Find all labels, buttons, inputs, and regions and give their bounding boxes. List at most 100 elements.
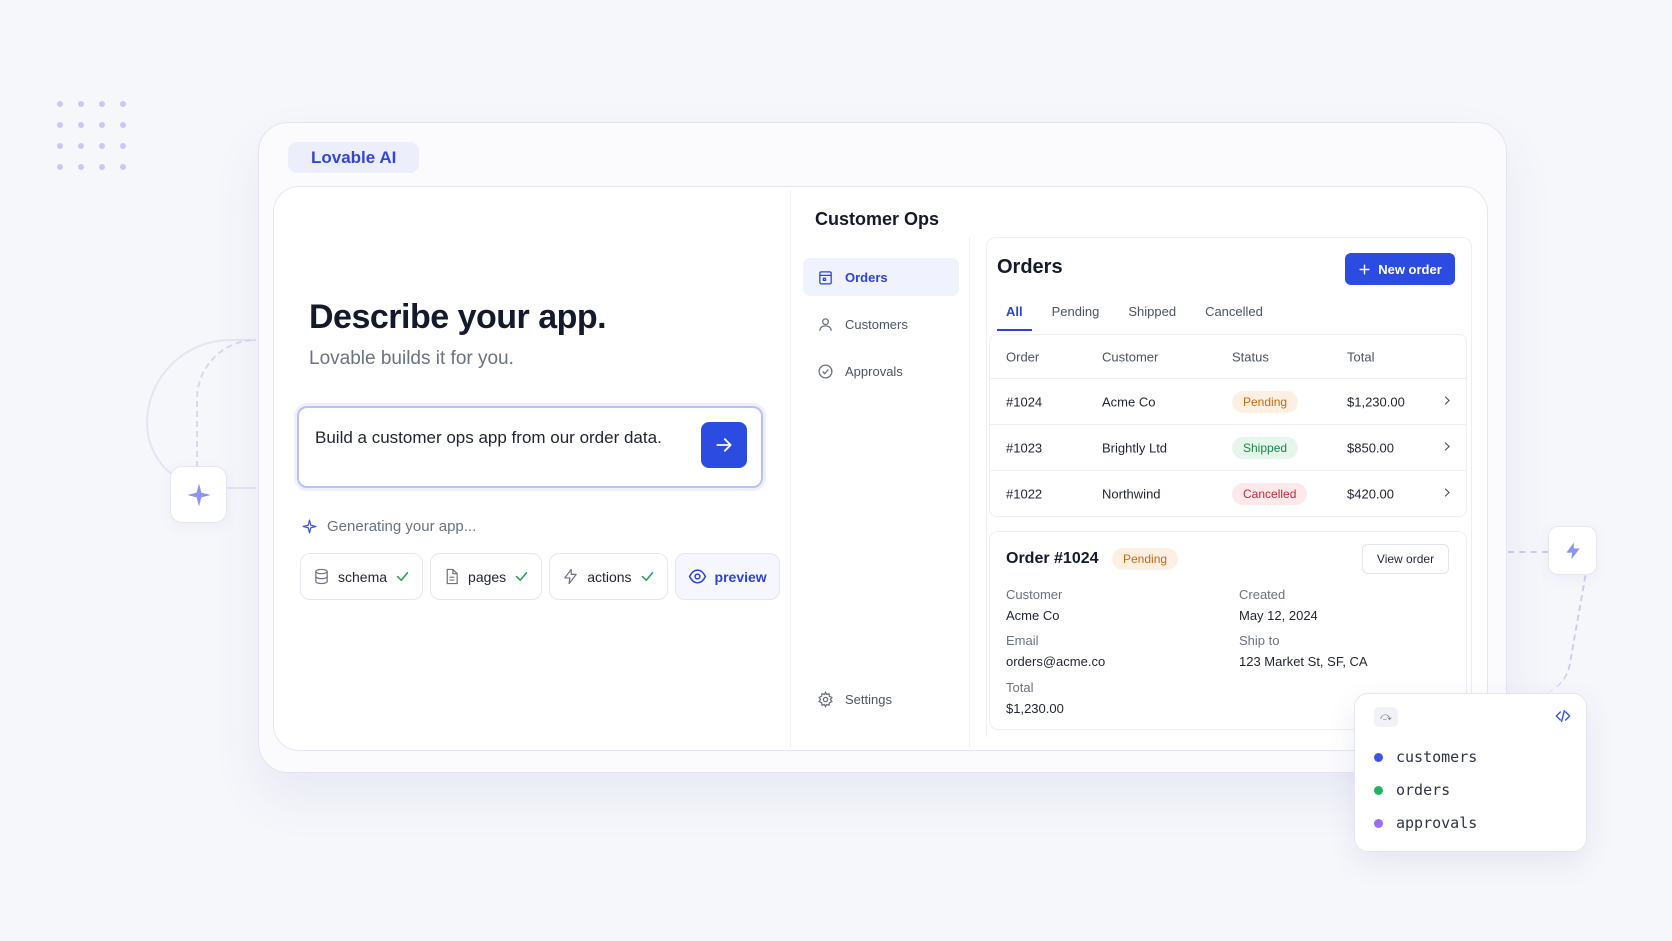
field-value: Acme Co bbox=[1006, 608, 1060, 623]
detail-ship-to: Ship to 123 Market St, SF, CA bbox=[1239, 633, 1368, 669]
user-icon bbox=[819, 317, 832, 331]
sparkle-icon bbox=[186, 482, 211, 507]
detail-email: Email orders@acme.co bbox=[1006, 633, 1105, 669]
table-row[interactable]: #1022 Northwind Cancelled $420.00 bbox=[990, 470, 1466, 516]
order-id: #1023 bbox=[1006, 440, 1043, 455]
status-badge: Shipped bbox=[1232, 436, 1299, 459]
hero-title: Describe your app. bbox=[309, 298, 607, 336]
sidebar-item-approvals[interactable]: Approvals bbox=[803, 352, 959, 390]
bolt-icon bbox=[1565, 542, 1580, 559]
schema-card: ⤼ customers orders approvals bbox=[1354, 693, 1587, 852]
detail-customer: Customer Acme Co bbox=[1006, 587, 1062, 623]
file-icon bbox=[446, 568, 458, 585]
decorative-dot-grid bbox=[57, 101, 127, 170]
sidebar-item-customers[interactable]: Customers bbox=[803, 305, 959, 343]
field-value: $1,230.00 bbox=[1006, 701, 1064, 716]
sidebar-item-label: Customers bbox=[845, 316, 908, 332]
sidebar-item-label: Orders bbox=[845, 269, 888, 285]
table-name: approvals bbox=[1396, 814, 1478, 832]
database-icon bbox=[315, 568, 328, 585]
progress-chips: schema pages actions preview bbox=[300, 553, 780, 600]
arrow-right-icon bbox=[716, 438, 732, 452]
orders-heading: Orders bbox=[997, 256, 1063, 278]
dot-icon bbox=[1374, 785, 1383, 795]
table-row[interactable]: #1024 Acme Co Pending $1,230.00 bbox=[990, 378, 1466, 424]
chevron-right-icon[interactable] bbox=[1441, 486, 1453, 501]
code-icon[interactable] bbox=[1554, 708, 1572, 729]
detail-title: Order #1024 bbox=[1006, 550, 1099, 567]
chip-schema[interactable]: schema bbox=[300, 553, 424, 600]
chevron-right-icon[interactable] bbox=[1441, 394, 1453, 409]
bolt-icon bbox=[564, 568, 577, 585]
order-customer: Northwind bbox=[1102, 486, 1161, 501]
order-tabs: All Pending Shipped Cancelled bbox=[997, 300, 1283, 333]
prompt-text[interactable]: Build a customer ops app from our order … bbox=[315, 428, 662, 448]
app-title: Customer Ops bbox=[815, 209, 940, 229]
field-value: orders@acme.co bbox=[1006, 654, 1106, 669]
table-header: Order Customer Status Total bbox=[990, 335, 1466, 378]
dot-icon bbox=[1374, 818, 1383, 828]
order-total: $850.00 bbox=[1347, 440, 1394, 455]
field-value: May 12, 2024 bbox=[1239, 608, 1318, 623]
new-order-button[interactable]: New order bbox=[1345, 253, 1455, 285]
chip-label: actions bbox=[587, 568, 632, 585]
dot-icon bbox=[1374, 752, 1383, 762]
column-header: Total bbox=[1347, 349, 1375, 364]
field-label: Total bbox=[1006, 680, 1034, 695]
check-icon bbox=[515, 572, 528, 581]
gear-icon bbox=[818, 690, 833, 708]
field-label: Created bbox=[1239, 587, 1286, 602]
check-circle-icon bbox=[818, 363, 833, 379]
status-badge: Pending bbox=[1112, 548, 1179, 570]
order-customer: Brightly Ltd bbox=[1102, 440, 1168, 455]
orders-table: Order Customer Status Total #1024 Acme C… bbox=[989, 334, 1467, 517]
tab-cancelled[interactable]: Cancelled bbox=[1196, 300, 1272, 331]
detail-created: Created May 12, 2024 bbox=[1239, 587, 1318, 623]
sparkle-icon bbox=[302, 519, 317, 534]
field-label: Email bbox=[1006, 633, 1039, 648]
schema-table-approvals[interactable]: approvals bbox=[1374, 814, 1477, 832]
order-total: $1,230.00 bbox=[1347, 394, 1405, 409]
lovable-ai-badge: Lovable AI bbox=[288, 142, 420, 173]
view-order-button[interactable]: View order bbox=[1362, 544, 1449, 574]
table-row[interactable]: #1023 Brightly Ltd Shipped $850.00 bbox=[990, 424, 1466, 470]
eye-icon bbox=[688, 569, 706, 584]
status-badge: Pending bbox=[1232, 390, 1299, 413]
sidebar-item-label: Settings bbox=[845, 691, 892, 707]
sparkle-card bbox=[170, 466, 227, 523]
decorative-connector-dashed bbox=[1508, 551, 1548, 553]
sidebar-item-orders[interactable]: Orders bbox=[803, 258, 959, 296]
send-button[interactable] bbox=[701, 422, 747, 468]
tab-all[interactable]: All bbox=[997, 300, 1032, 331]
table-name: orders bbox=[1396, 781, 1451, 799]
sidebar-item-label: Approvals bbox=[845, 363, 903, 379]
prompt-input[interactable]: Build a customer ops app from our order … bbox=[297, 406, 763, 488]
order-total: $420.00 bbox=[1347, 486, 1394, 501]
plus-icon bbox=[1359, 263, 1370, 275]
check-icon bbox=[396, 572, 409, 581]
tab-pending[interactable]: Pending bbox=[1043, 300, 1109, 331]
chip-preview[interactable]: preview bbox=[674, 553, 780, 600]
schema-tag-icon: ⤼ bbox=[1374, 707, 1398, 727]
sidebar-item-settings[interactable]: Settings bbox=[803, 680, 959, 718]
chevron-right-icon[interactable] bbox=[1441, 440, 1453, 455]
detail-total: Total $1,230.00 bbox=[1006, 680, 1064, 716]
new-order-label: New order bbox=[1378, 261, 1442, 277]
order-customer: Acme Co bbox=[1102, 394, 1156, 409]
order-id: #1024 bbox=[1006, 394, 1043, 409]
column-header: Status bbox=[1232, 349, 1269, 364]
chip-pages[interactable]: pages bbox=[430, 553, 543, 600]
schema-table-orders[interactable]: orders bbox=[1374, 781, 1450, 799]
schema-table-customers[interactable]: customers bbox=[1374, 748, 1477, 766]
field-label: Customer bbox=[1006, 587, 1063, 602]
field-value: 123 Market St, SF, CA bbox=[1239, 654, 1368, 669]
status-badge: Cancelled bbox=[1232, 482, 1308, 505]
chip-actions[interactable]: actions bbox=[549, 553, 668, 600]
tab-shipped[interactable]: Shipped bbox=[1119, 300, 1185, 331]
hero-subtitle: Lovable builds it for you. bbox=[309, 348, 514, 369]
generating-text: Generating your app... bbox=[327, 518, 477, 535]
decorative-connector-dashed bbox=[1535, 575, 1587, 695]
table-name: customers bbox=[1396, 748, 1478, 766]
column-header: Order bbox=[1006, 349, 1040, 364]
chip-label: preview bbox=[714, 568, 767, 585]
